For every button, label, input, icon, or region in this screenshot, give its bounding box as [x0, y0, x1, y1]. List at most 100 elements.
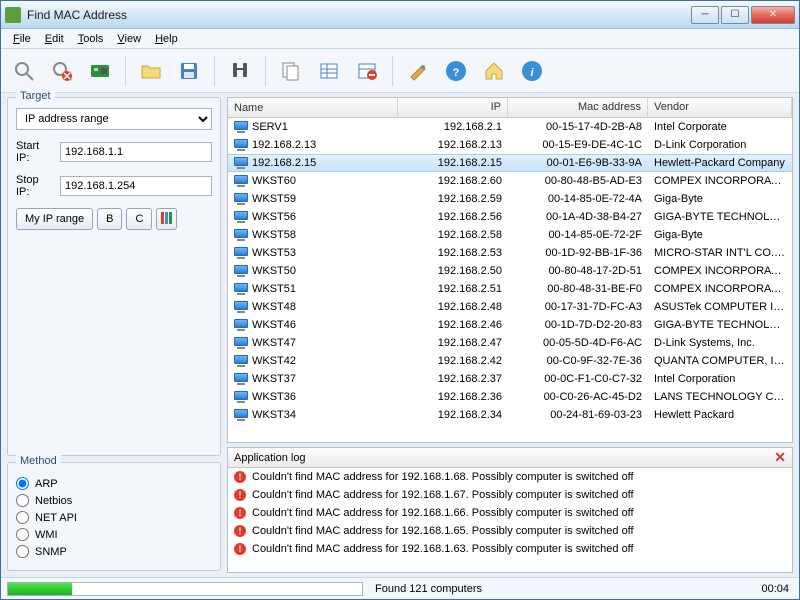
help-button[interactable]: ? [439, 54, 473, 88]
log-title: Application log [234, 452, 306, 464]
error-icon: ! [234, 525, 246, 537]
table-row[interactable]: WKST47192.168.2.4700-05-5D-4D-F6-ACD-Lin… [228, 334, 792, 352]
log-close-icon[interactable]: ✕ [774, 449, 786, 466]
save-button[interactable] [172, 54, 206, 88]
table-row[interactable]: 192.168.2.13192.168.2.1300-15-E9-DE-4C-1… [228, 136, 792, 154]
error-icon: ! [234, 543, 246, 555]
table-button[interactable] [312, 54, 346, 88]
close-button[interactable]: ✕ [751, 6, 795, 24]
table-row[interactable]: WKST50192.168.2.5000-80-48-17-2D-51COMPE… [228, 262, 792, 280]
target-legend: Target [16, 90, 55, 102]
stop-ip-input[interactable] [60, 176, 212, 196]
menu-edit[interactable]: Edit [39, 31, 70, 47]
log-panel: Application log ✕ !Couldn't find MAC add… [227, 447, 793, 573]
table-row[interactable]: WKST46192.168.2.4600-1D-7D-D2-20-83GIGA-… [228, 316, 792, 334]
col-header-ip[interactable]: IP [398, 98, 508, 117]
menu-file[interactable]: File [7, 31, 37, 47]
log-body[interactable]: !Couldn't find MAC address for 192.168.1… [228, 468, 792, 572]
menu-view[interactable]: View [111, 31, 147, 47]
method-wmi[interactable]: WMI [16, 528, 212, 541]
computer-icon [234, 409, 248, 421]
table-row[interactable]: WKST53192.168.2.5300-1D-92-BB-1F-36MICRO… [228, 244, 792, 262]
table-row[interactable]: WKST56192.168.2.5600-1A-4D-38-B4-27GIGA-… [228, 208, 792, 226]
method-netbios[interactable]: Netbios [16, 494, 212, 507]
table-row[interactable]: WKST60192.168.2.6000-80-48-B5-AD-E3COMPE… [228, 172, 792, 190]
app-window: Find MAC Address ─ ☐ ✕ FileEditToolsView… [0, 0, 800, 600]
table-body[interactable]: SERV1192.168.2.100-15-17-4D-2B-A8Intel C… [228, 118, 792, 442]
my-ip-range-button[interactable]: My IP range [16, 208, 93, 230]
progress-bar [7, 582, 363, 596]
about-button[interactable]: i [515, 54, 549, 88]
menu-tools[interactable]: Tools [72, 31, 110, 47]
results-table: Name IP Mac address Vendor SERV1192.168.… [227, 97, 793, 443]
start-ip-input[interactable] [60, 142, 212, 162]
search-button[interactable] [7, 54, 41, 88]
table-row[interactable]: SERV1192.168.2.100-15-17-4D-2B-A8Intel C… [228, 118, 792, 136]
table-row[interactable]: WKST36192.168.2.3600-C0-26-AC-45-D2LANS … [228, 388, 792, 406]
table-row[interactable]: WKST42192.168.2.4200-C0-9F-32-7E-36QUANT… [228, 352, 792, 370]
delete-row-button[interactable] [350, 54, 384, 88]
color-button[interactable] [156, 208, 177, 230]
computer-icon [234, 283, 248, 295]
log-entry[interactable]: !Couldn't find MAC address for 192.168.1… [228, 540, 792, 558]
method-fieldset: Method ARPNetbiosNET APIWMISNMP [7, 462, 221, 571]
computer-icon [234, 211, 248, 223]
computer-icon [234, 157, 248, 169]
copy-button[interactable] [274, 54, 308, 88]
log-entry[interactable]: !Couldn't find MAC address for 192.168.1… [228, 504, 792, 522]
computer-icon [234, 265, 248, 277]
maximize-button[interactable]: ☐ [721, 6, 749, 24]
table-row[interactable]: WKST59192.168.2.5900-14-85-0E-72-4AGiga-… [228, 190, 792, 208]
computer-icon [234, 337, 248, 349]
app-icon [5, 7, 21, 23]
svg-text:?: ? [453, 67, 460, 79]
home-button[interactable] [477, 54, 511, 88]
table-row[interactable]: WKST37192.168.2.3700-0C-F1-C0-C7-32Intel… [228, 370, 792, 388]
error-icon: ! [234, 471, 246, 483]
table-row[interactable]: 192.168.2.15192.168.2.1500-01-E6-9B-33-9… [228, 154, 792, 172]
table-row[interactable]: WKST48192.168.2.4800-17-31-7D-FC-A3ASUST… [228, 298, 792, 316]
target-mode-select[interactable]: IP address range [16, 108, 212, 130]
computer-icon [234, 391, 248, 403]
menu-help[interactable]: Help [149, 31, 184, 47]
log-entry[interactable]: !Couldn't find MAC address for 192.168.1… [228, 486, 792, 504]
status-found: Found 121 computers [369, 583, 751, 595]
computer-icon [234, 247, 248, 259]
computer-icon [234, 301, 248, 313]
method-legend: Method [16, 455, 61, 467]
table-row[interactable]: WKST34192.168.2.3400-24-81-69-03-23Hewle… [228, 406, 792, 424]
titlebar[interactable]: Find MAC Address ─ ☐ ✕ [1, 1, 799, 29]
computer-icon [234, 121, 248, 133]
settings-button[interactable] [401, 54, 435, 88]
log-entry[interactable]: !Couldn't find MAC address for 192.168.1… [228, 522, 792, 540]
start-ip-label: Start IP: [16, 140, 54, 164]
open-button[interactable] [134, 54, 168, 88]
computer-icon [234, 319, 248, 331]
status-time: 00:04 [751, 583, 799, 595]
log-entry[interactable]: !Couldn't find MAC address for 192.168.1… [228, 468, 792, 486]
col-header-vendor[interactable]: Vendor [648, 98, 792, 117]
right-panel: Name IP Mac address Vendor SERV1192.168.… [227, 93, 799, 577]
computer-icon [234, 193, 248, 205]
computer-icon [234, 355, 248, 367]
class-c-button[interactable]: C [126, 208, 152, 230]
method-arp[interactable]: ARP [16, 477, 212, 490]
table-row[interactable]: WKST58192.168.2.5800-14-85-0E-72-2FGiga-… [228, 226, 792, 244]
statusbar: Found 121 computers 00:04 [1, 577, 799, 599]
stop-search-button[interactable] [45, 54, 79, 88]
window-title: Find MAC Address [27, 8, 691, 22]
stop-ip-label: Stop IP: [16, 174, 54, 198]
method-snmp[interactable]: SNMP [16, 545, 212, 558]
method-net-api[interactable]: NET API [16, 511, 212, 524]
col-header-name[interactable]: Name [228, 98, 398, 117]
table-row[interactable]: WKST51192.168.2.5100-80-48-31-BE-F0COMPE… [228, 280, 792, 298]
left-panel: Target IP address range Start IP: Stop I… [1, 93, 227, 577]
find-button[interactable] [223, 54, 257, 88]
minimize-button[interactable]: ─ [691, 6, 719, 24]
col-header-mac[interactable]: Mac address [508, 98, 648, 117]
computer-icon [234, 175, 248, 187]
class-b-button[interactable]: B [97, 208, 122, 230]
target-fieldset: Target IP address range Start IP: Stop I… [7, 97, 221, 456]
network-card-button[interactable] [83, 54, 117, 88]
computer-icon [234, 229, 248, 241]
